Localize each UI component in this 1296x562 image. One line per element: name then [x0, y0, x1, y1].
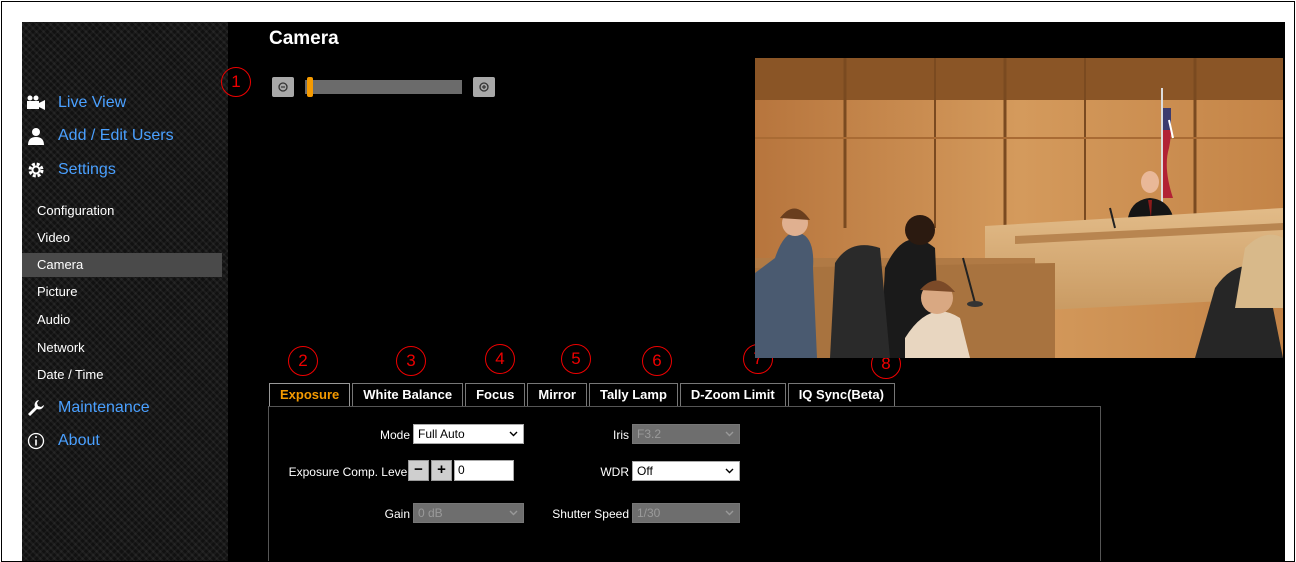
nav-audio[interactable]: Audio — [22, 308, 222, 332]
zoom-out-button[interactable] — [272, 77, 294, 97]
nav-camera[interactable]: Camera — [22, 253, 222, 277]
nav-live-view[interactable]: Live View — [26, 90, 126, 116]
nav-settings[interactable]: Settings — [26, 157, 116, 183]
zoom-in-button[interactable] — [473, 77, 495, 97]
courtroom-preview-image — [755, 58, 1283, 358]
gain-label: Gain — [384, 507, 410, 521]
exposure-comp-input[interactable]: 0 — [454, 460, 514, 481]
nav-settings-label: Settings — [58, 161, 116, 178]
chevron-down-icon — [509, 425, 518, 443]
mode-select[interactable]: Full Auto — [413, 424, 524, 444]
zoom-in-icon — [479, 82, 489, 92]
shutter-speed-label: Shutter Speed — [552, 507, 629, 521]
zoom-out-icon — [278, 82, 288, 92]
nav-add-edit-users-label: Add / Edit Users — [58, 127, 174, 144]
mode-select-value: Full Auto — [418, 427, 465, 441]
exposure-comp-decrease-button[interactable]: − — [408, 460, 429, 481]
screenshot-frame: Live View Add / Edit Users Settings Conf… — [1, 1, 1295, 562]
shutter-speed-select: 1/30 — [632, 503, 740, 523]
nav-add-edit-users[interactable]: Add / Edit Users — [26, 123, 174, 149]
nav-maintenance[interactable]: Maintenance — [26, 395, 150, 421]
nav-date-time[interactable]: Date / Time — [22, 363, 222, 387]
mode-label: Mode — [379, 428, 410, 442]
callout-marker-1: 1 — [221, 67, 251, 97]
nav-picture[interactable]: Picture — [22, 280, 222, 304]
chevron-down-icon — [725, 425, 734, 443]
camera-preview — [755, 58, 1283, 358]
tab-d-zoom-limit[interactable]: D-Zoom Limit — [679, 383, 786, 407]
zoom-slider-thumb[interactable] — [307, 77, 314, 97]
nav-network[interactable]: Network — [22, 336, 222, 360]
iris-select: F3.2 — [632, 424, 740, 444]
tab-tally-lamp[interactable]: Tally Lamp — [588, 383, 678, 407]
nav-video[interactable]: Video — [22, 226, 222, 250]
callout-marker-2: 2 — [288, 346, 318, 376]
wdr-label: WDR — [600, 465, 629, 479]
user-icon — [26, 126, 46, 146]
callout-marker-3: 3 — [396, 346, 426, 376]
tab-mirror[interactable]: Mirror — [527, 383, 587, 407]
shutter-speed-select-value: 1/30 — [637, 506, 661, 520]
chevron-down-icon — [725, 462, 734, 480]
nav-about[interactable]: About — [26, 428, 100, 454]
camera-web-ui: Live View Add / Edit Users Settings Conf… — [22, 22, 1285, 561]
chevron-down-icon — [509, 504, 518, 522]
info-icon — [26, 431, 46, 451]
callout-marker-6: 6 — [642, 346, 672, 376]
zoom-slider-track[interactable] — [305, 80, 462, 94]
tab-focus[interactable]: Focus — [465, 383, 526, 407]
sidebar: Live View Add / Edit Users Settings Conf… — [22, 22, 228, 561]
gain-select: 0 dB — [413, 503, 524, 523]
exposure-comp-label: Exposure Comp. Level — [288, 465, 410, 479]
nav-configuration[interactable]: Configuration — [22, 199, 222, 223]
video-camera-icon — [26, 93, 46, 113]
callout-marker-5: 5 — [561, 344, 591, 374]
exposure-comp-increase-button[interactable]: + — [431, 460, 452, 481]
wdr-select-value: Off — [637, 464, 653, 478]
nav-about-label: About — [58, 432, 100, 449]
nav-live-view-label: Live View — [58, 94, 127, 111]
iris-select-value: F3.2 — [637, 427, 662, 441]
settings-tabs: Exposure White Balance Focus Mirror Tall… — [269, 383, 897, 407]
tab-iq-sync[interactable]: IQ Sync(Beta) — [787, 383, 895, 407]
nav-maintenance-label: Maintenance — [58, 399, 150, 416]
iris-label: Iris — [613, 428, 629, 442]
gear-icon — [26, 160, 46, 180]
gain-select-value: 0 dB — [418, 506, 443, 520]
callout-marker-4: 4 — [485, 344, 515, 374]
wrench-icon — [26, 398, 46, 418]
page-title: Camera — [269, 28, 339, 49]
wdr-select[interactable]: Off — [632, 461, 740, 481]
tab-white-balance[interactable]: White Balance — [352, 383, 464, 407]
chevron-down-icon — [725, 504, 734, 522]
tab-exposure[interactable]: Exposure — [269, 383, 351, 407]
